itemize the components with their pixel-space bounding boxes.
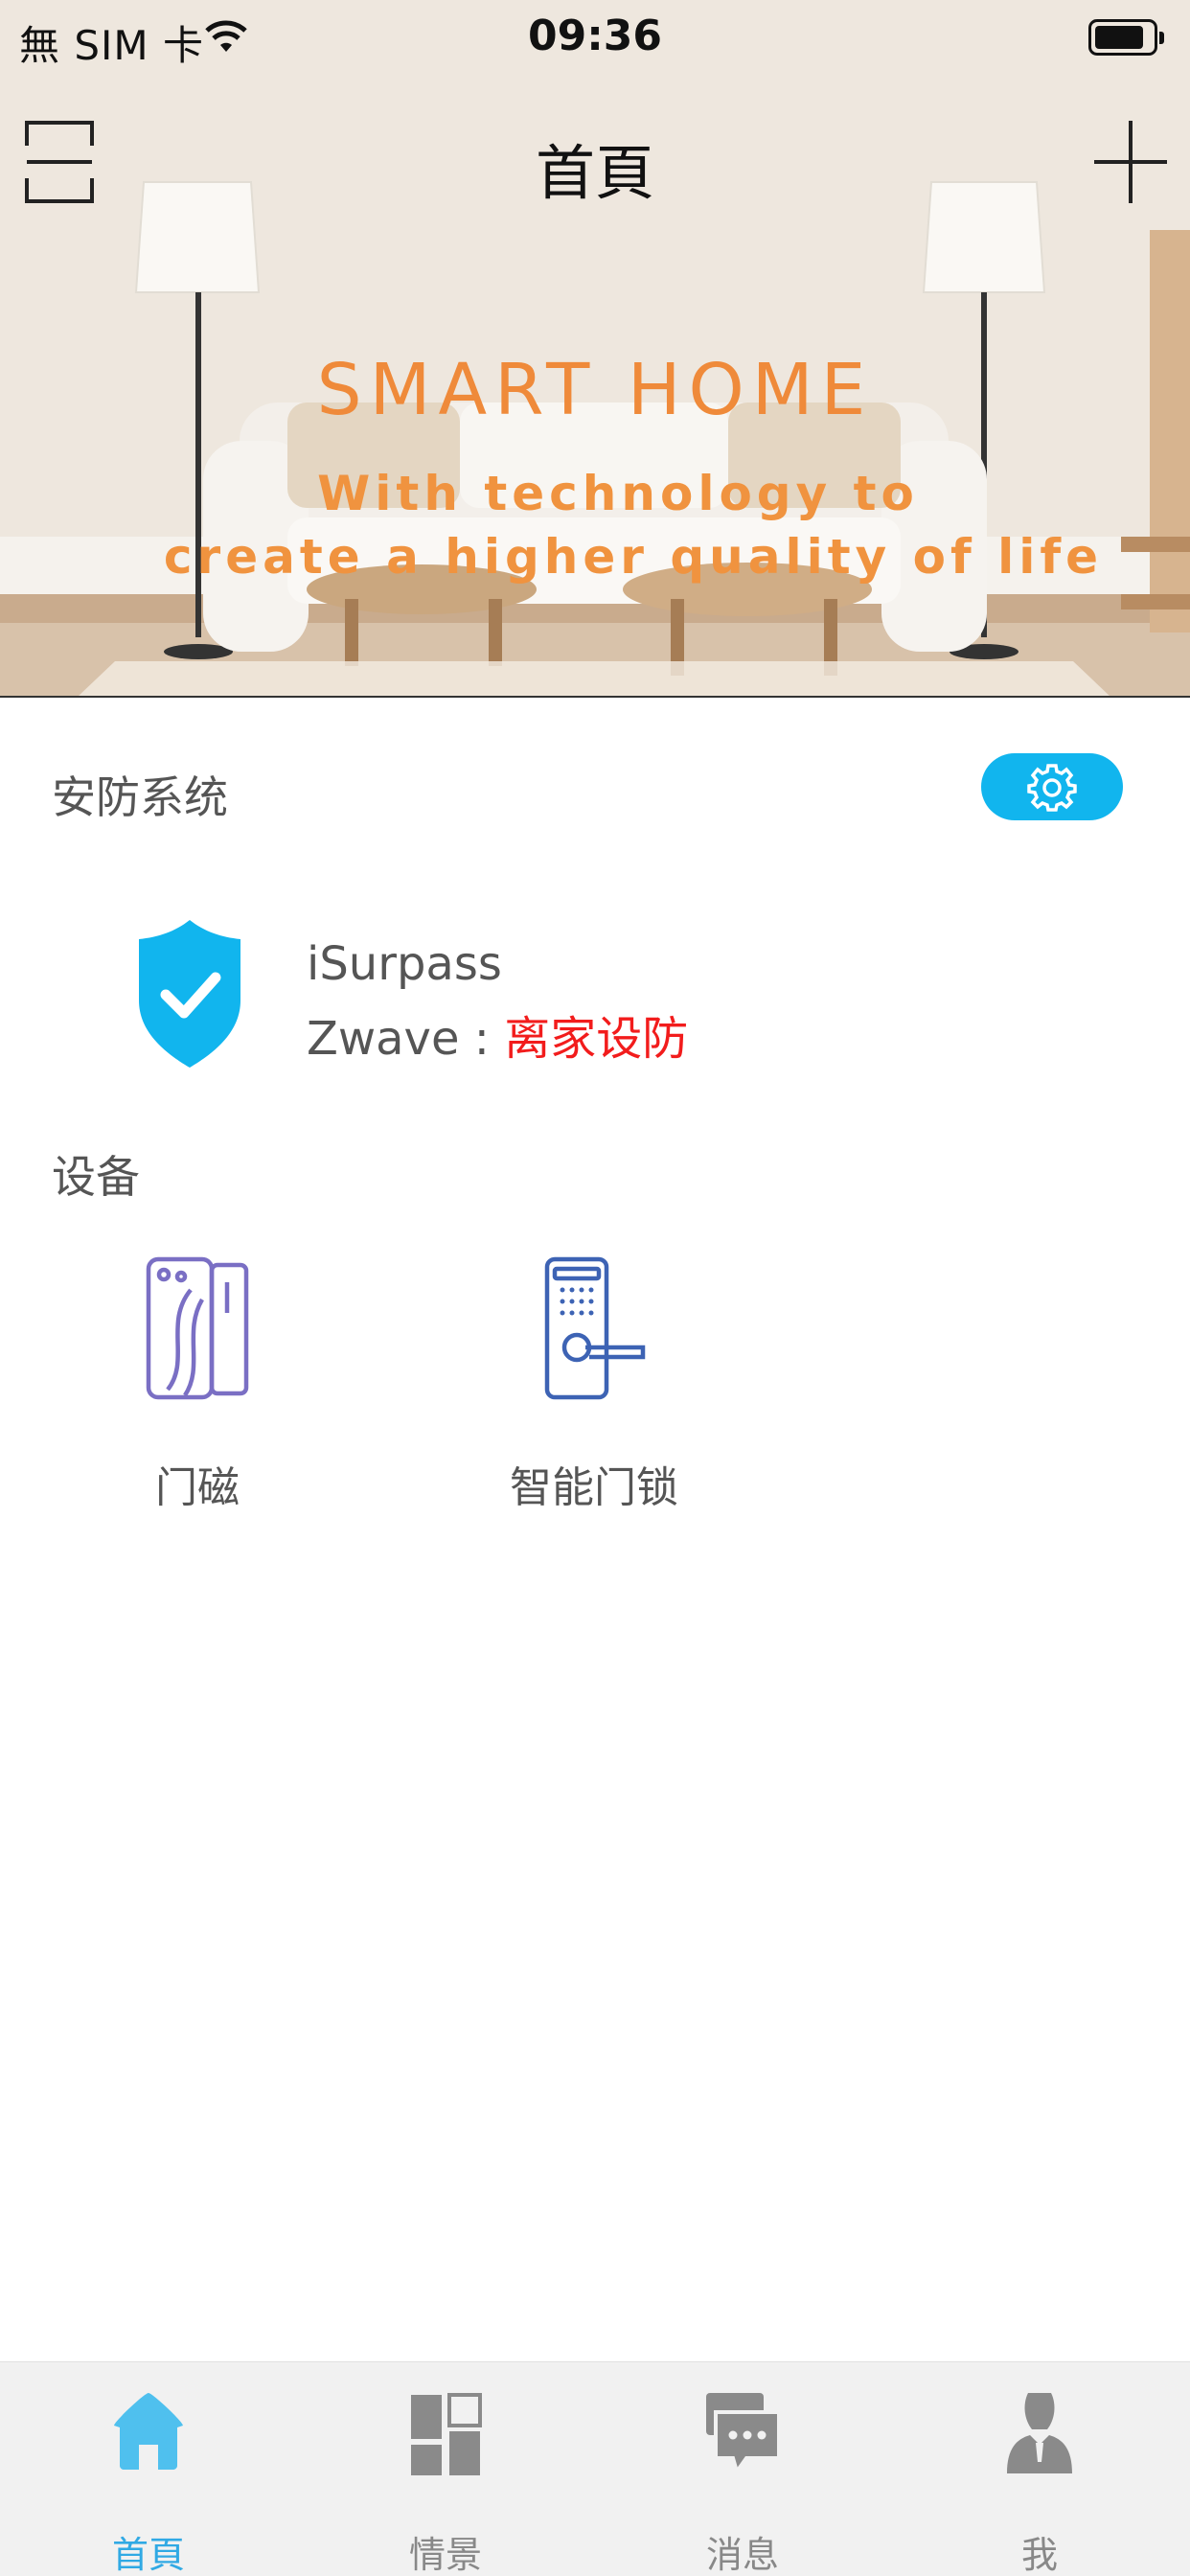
status-bar: 無 SIM 卡 09:36 xyxy=(0,0,1190,80)
home-screen: 無 SIM 卡 09:36 首頁 SMART HOME With technol… xyxy=(0,0,1190,2576)
tab-label: 情景 xyxy=(408,2534,482,2576)
tab-messages[interactable]: 消息 xyxy=(594,2362,891,2576)
devices-section-title: 设备 xyxy=(52,1151,140,1203)
security-settings-button[interactable] xyxy=(981,753,1123,820)
page-title: 首頁 xyxy=(535,138,654,208)
clock: 09:36 xyxy=(527,12,663,60)
smart-lock-icon xyxy=(544,1256,646,1400)
user-icon xyxy=(1007,2393,1072,2473)
tab-scene[interactable]: 情景 xyxy=(297,2362,594,2576)
door-sensor-icon xyxy=(146,1256,249,1400)
tab-label: 消息 xyxy=(705,2534,779,2576)
device-smart-lock[interactable]: 智能门锁 xyxy=(469,1255,719,1514)
hero-title: SMART HOME xyxy=(316,349,874,431)
security-section-title: 安防系统 xyxy=(52,771,228,823)
tab-home[interactable]: 首頁 xyxy=(0,2362,297,2576)
hero-divider xyxy=(0,696,1190,698)
battery-icon xyxy=(1088,19,1164,56)
scene-grid-icon xyxy=(411,2393,482,2475)
hero-subtitle-line2: create a higher quality of life xyxy=(163,529,1104,585)
shield-check-icon xyxy=(137,918,242,1070)
security-mode-row[interactable]: Zwave : 离家设防 xyxy=(307,1000,688,1068)
security-mode-value: 离家设防 xyxy=(504,1012,689,1066)
tab-label: 我 xyxy=(1020,2534,1058,2576)
tab-me[interactable]: 我 xyxy=(891,2362,1188,2576)
hero-subtitle-line1: With technology to xyxy=(317,466,919,521)
tab-label: 首頁 xyxy=(111,2534,185,2576)
gear-icon xyxy=(1027,764,1077,812)
device-label: 智能门锁 xyxy=(510,1463,678,1512)
device-label: 门磁 xyxy=(155,1463,240,1512)
hero-banner: 無 SIM 卡 09:36 首頁 SMART HOME With technol… xyxy=(0,0,1190,698)
security-mode-label: Zwave : xyxy=(307,1012,505,1066)
device-door-sensor[interactable]: 门磁 xyxy=(73,1255,322,1514)
bottom-tab-bar: 首頁 情景 消息 我 xyxy=(0,2361,1190,2576)
add-icon[interactable] xyxy=(1094,121,1167,203)
security-system-name: iSurpass xyxy=(307,937,502,991)
message-icon xyxy=(706,2393,781,2476)
home-icon xyxy=(114,2393,183,2470)
